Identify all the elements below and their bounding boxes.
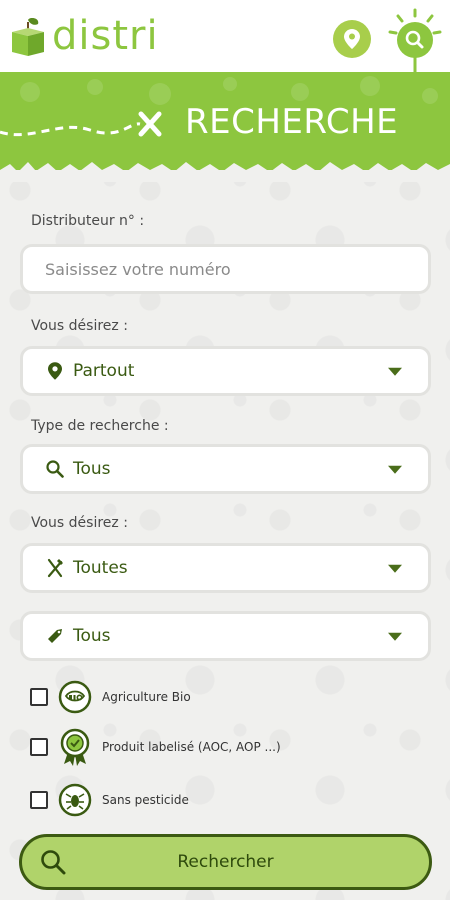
chevron-down-icon (388, 465, 402, 474)
checkbox-bio[interactable] (30, 688, 48, 706)
search-submit-label: Rechercher (177, 852, 274, 872)
search-button[interactable] (386, 8, 444, 74)
chevron-down-icon (388, 564, 402, 573)
label-ribbon-icon (58, 728, 92, 766)
search-type-select[interactable]: Tous (20, 444, 431, 494)
location-pin-icon (344, 29, 360, 49)
checkbox-row-label[interactable]: Produit labelisé (AOC, AOP ...) (30, 728, 281, 766)
where-label: Vous désirez : (31, 318, 128, 334)
tag-select-value: Tous (73, 626, 111, 646)
where-select-value: Partout (73, 361, 135, 381)
checkbox-label-pesticide: Sans pesticide (102, 793, 189, 807)
top-bar: distri (0, 0, 450, 74)
distributor-label: Distributeur n° : (31, 213, 145, 229)
search-type-select-value: Tous (73, 459, 111, 479)
logo-cube-icon (12, 18, 44, 56)
distributor-input[interactable] (23, 247, 428, 291)
wish-label: Vous désirez : (31, 515, 128, 531)
where-select[interactable]: Partout (20, 346, 431, 396)
search-icon (388, 8, 442, 74)
checkbox-label[interactable] (30, 738, 48, 756)
wish-select-value: Toutes (73, 558, 128, 578)
checkbox-pesticide[interactable] (30, 791, 48, 809)
search-submit-button[interactable]: Rechercher (19, 834, 432, 890)
distributor-field[interactable] (20, 244, 431, 294)
location-button[interactable] (333, 20, 371, 58)
bio-badge-icon (58, 680, 92, 714)
tag-icon (45, 626, 65, 646)
no-pesticide-icon (58, 783, 92, 817)
search-icon (41, 850, 66, 875)
location-pin-icon (45, 361, 65, 381)
logo-text: distri (52, 13, 159, 59)
wish-select[interactable]: Toutes (20, 543, 431, 593)
tag-select[interactable]: Tous (20, 611, 431, 661)
logo[interactable]: distri (10, 8, 190, 64)
checkbox-label-bio: Agriculture Bio (102, 690, 191, 704)
search-icon (45, 459, 65, 479)
page-title: RECHERCHE (185, 102, 399, 142)
search-type-label: Type de recherche : (31, 418, 169, 434)
fork-knife-icon (45, 558, 65, 578)
chevron-down-icon (388, 632, 402, 641)
chevron-down-icon (388, 367, 402, 376)
checkbox-label-labelise: Produit labelisé (AOC, AOP ...) (102, 740, 281, 754)
checkbox-row-bio[interactable]: Agriculture Bio (30, 679, 191, 715)
checkbox-row-pesticide[interactable]: Sans pesticide (30, 782, 189, 818)
